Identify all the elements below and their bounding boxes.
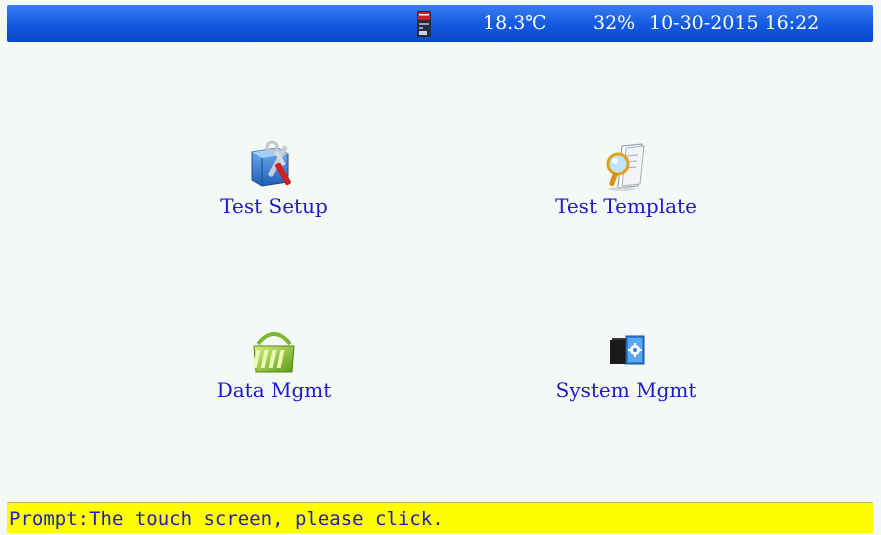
prompt-bar: Prompt:The touch screen, please click. bbox=[7, 502, 873, 533]
humidity-readout: 32% bbox=[593, 12, 636, 34]
system-settings-icon bbox=[610, 335, 645, 365]
system-mgmt-label: System Mgmt bbox=[555, 378, 697, 402]
data-folder-icon bbox=[252, 332, 295, 373]
test-template-label: Test Template bbox=[555, 194, 697, 218]
system-mgmt-button[interactable]: System Mgmt bbox=[516, 324, 736, 414]
datetime-readout: 10-30-2015 16:22 bbox=[649, 12, 820, 34]
test-setup-button[interactable]: Test Setup bbox=[164, 140, 384, 230]
data-mgmt-button[interactable]: Data Mgmt bbox=[164, 324, 384, 414]
test-setup-label: Test Setup bbox=[220, 194, 328, 218]
main-screen: 18.3℃ 32% 10-30-2015 16:22 Test Setup Te… bbox=[0, 0, 881, 535]
status-bar: 18.3℃ 32% 10-30-2015 16:22 bbox=[7, 5, 873, 42]
magnifier-document-icon bbox=[606, 143, 645, 191]
data-mgmt-label: Data Mgmt bbox=[216, 378, 332, 402]
prompt-text: Prompt:The touch screen, please click. bbox=[9, 508, 444, 530]
tools-icon bbox=[251, 140, 291, 187]
temperature-readout: 18.3℃ bbox=[483, 12, 547, 34]
test-template-button[interactable]: Test Template bbox=[516, 140, 736, 230]
sd-card-icon bbox=[417, 11, 431, 37]
